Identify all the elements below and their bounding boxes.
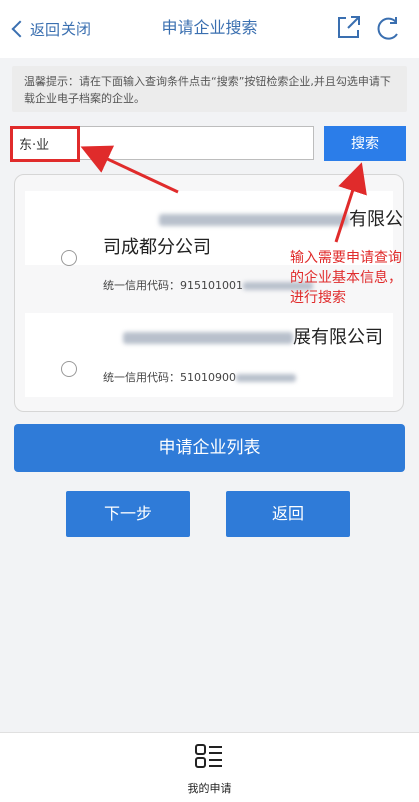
notice-banner: 温馨提示：请在下面输入查询条件点击“搜索”按钮检索企业,并且勾选申请下载企业电子… bbox=[12, 66, 407, 112]
credit-code: 统一信用代码：915101001 bbox=[103, 277, 313, 293]
search-button[interactable]: 搜索 bbox=[324, 126, 406, 161]
radio-button[interactable] bbox=[61, 361, 77, 377]
company-list-bar[interactable]: 申请企业列表 bbox=[14, 424, 405, 472]
nav-label-my-applications[interactable]: 我的申请 bbox=[0, 780, 419, 796]
redacted-text bbox=[236, 374, 296, 382]
redacted-text bbox=[123, 332, 293, 344]
annotation-text: 输入需要申请查询的企业基本信息，进行搜索 bbox=[290, 250, 402, 306]
search-input[interactable] bbox=[12, 126, 314, 160]
bottom-nav: 我的申请 bbox=[0, 732, 419, 802]
refresh-icon[interactable] bbox=[374, 14, 402, 42]
radio-button[interactable] bbox=[61, 250, 77, 266]
notice-text: 温馨提示：请在下面输入查询条件点击“搜索”按钮检索企业,并且勾选申请下载企业电子… bbox=[24, 75, 391, 105]
credit-code: 统一信用代码：51010900 bbox=[103, 369, 296, 385]
return-button[interactable]: 返回 bbox=[226, 491, 350, 537]
share-icon[interactable] bbox=[336, 14, 362, 40]
company-name-line2: 司成都分公司 bbox=[103, 237, 211, 258]
list-item[interactable]: 展有限公司 统一信用代码：51010900 bbox=[25, 313, 393, 397]
company-name: 有限公 bbox=[103, 207, 403, 233]
top-bar: 返回 关闭 申请企业搜索 bbox=[0, 0, 419, 58]
redacted-text bbox=[159, 214, 349, 226]
search-button-label: 搜索 bbox=[351, 136, 379, 152]
next-button[interactable]: 下一步 bbox=[66, 491, 190, 537]
my-applications-icon[interactable] bbox=[194, 743, 224, 769]
company-name: 展有限公司 bbox=[103, 325, 383, 351]
